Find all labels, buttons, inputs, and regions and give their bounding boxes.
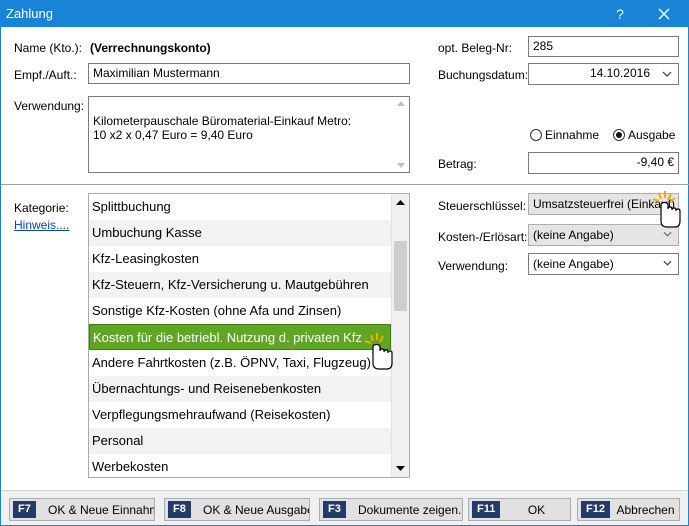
window-title: Zahlung [6,6,53,21]
fkey-badge: F7 [13,501,36,518]
fkey-badge: F11 [472,501,501,518]
radio-off-icon [530,129,542,141]
list-item[interactable]: Übernachtungs- und Reisenebenkosten [89,376,391,402]
beleg-label: opt. Beleg-Nr: [438,41,513,55]
beleg-field[interactable]: 285 [528,36,679,57]
ok-new-expense-button[interactable]: F8 OK & Neue Ausgabe [164,498,310,521]
verwendung-dropdown[interactable]: (keine Angabe) [528,253,679,275]
list-item[interactable]: Splittbuchung [89,194,391,220]
kosten-label: Kosten-/Erlösart: [438,230,528,244]
payment-dialog: Name (Kto.): (Verrechnungskonto) Empf./A… [0,27,689,526]
close-icon [658,8,670,20]
list-item[interactable]: Personal [89,428,391,454]
einnahme-radio[interactable]: Einnahme [530,128,599,142]
button-label: OK & Neue Einnahme [48,503,155,517]
kategorie-label: Kategorie: [14,201,69,215]
scrollbar-thumb[interactable] [394,241,407,311]
verwendung2-value: (keine Angabe) [533,257,614,271]
verwendung2-label: Verwendung: [438,259,509,273]
button-label: Dokumente zeigen... [358,503,463,517]
verwendung-text: Kilometerpauschale Büromaterial-Einkauf … [93,114,352,142]
help-button[interactable]: ? [606,3,634,25]
ok-new-income-button[interactable]: F7 OK & Neue Einnahme [9,498,155,521]
button-bar: F7 OK & Neue Einnahme F8 OK & Neue Ausga… [1,490,688,525]
button-label: OK [527,503,546,517]
section-divider [1,184,689,185]
ok-button[interactable]: F11 OK [468,498,571,521]
name-value: (Verrechnungskonto) [90,41,211,55]
list-item[interactable]: Werbekosten [89,454,391,477]
fkey-badge: F12 [581,501,610,518]
ausgabe-label: Ausgabe [628,128,676,142]
hinweis-link[interactable]: Hinweis.... [14,218,69,232]
title-bar: Zahlung ? [0,0,689,27]
name-label: Name (Kto.): [14,41,83,55]
fkey-badge: F8 [168,501,191,518]
cancel-button[interactable]: F12 Abbrechen [577,498,680,521]
kosten-value: (keine Angabe) [533,228,614,242]
list-item[interactable]: Kfz-Steuern, Kfz-Versicherung u. Mautgeb… [89,272,391,298]
show-documents-button[interactable]: F3 Dokumente zeigen... [319,498,463,521]
list-item[interactable]: Sonstige Kfz-Kosten (ohne Afa und Zinsen… [89,298,391,324]
einnahme-label: Einnahme [545,128,600,142]
list-item[interactable]: Umbuchung Kasse [89,220,391,246]
verwendung-label: Verwendung: [14,99,85,113]
steuer-label: Steuerschlüssel: [438,199,527,213]
empf-label: Empf./Auft.: [14,68,77,82]
list-item[interactable]: Verpflegungsmehraufwand (Reisekosten) [89,402,391,428]
datum-label: Buchungsdatum: [438,68,529,82]
hand-cursor-icon [652,191,681,228]
list-item[interactable]: Kfz-Leasingkosten [89,246,391,272]
scroll-up-button[interactable] [392,194,409,211]
button-label: Abbrechen [616,503,675,517]
scroll-down-button[interactable] [392,460,409,477]
category-items: Splittbuchung Umbuchung Kasse Kfz-Leasingk… [89,194,391,477]
scroll-down-icon [396,466,405,471]
hand-cursor-icon [364,333,393,370]
list-item[interactable]: Andere Fahrtkosten (z.B. ÖPNV, Taxi, Flu… [89,350,391,376]
radio-on-icon [613,129,625,141]
scroll-up-icon [396,200,405,205]
fkey-badge: F3 [323,501,346,518]
chevron-down-icon [663,231,672,237]
textarea-scrollbar[interactable] [393,97,409,172]
close-button[interactable] [650,3,678,25]
category-list[interactable]: Splittbuchung Umbuchung Kasse Kfz-Leasingk… [88,193,410,478]
scroll-up-icon [397,101,405,106]
list-item-selected[interactable]: Kosten für die betriebl. Nutzung d. priv… [89,324,391,350]
empf-field[interactable]: Maximilian Mustermann [88,63,410,84]
betrag-label: Betrag: [438,157,477,171]
datum-value: 14.10.2016 [589,66,650,80]
button-label: OK & Neue Ausgabe [203,503,310,517]
chevron-down-icon [663,260,672,266]
chevron-down-icon [662,71,672,77]
ausgabe-radio[interactable]: Ausgabe [613,128,675,142]
verwendung-textarea[interactable]: Kilometerpauschale Büromaterial-Einkauf … [88,96,410,173]
betrag-field[interactable]: -9,40 € [528,152,679,174]
scroll-down-icon [397,163,405,168]
datum-picker[interactable]: 14.10.2016 [528,63,679,85]
